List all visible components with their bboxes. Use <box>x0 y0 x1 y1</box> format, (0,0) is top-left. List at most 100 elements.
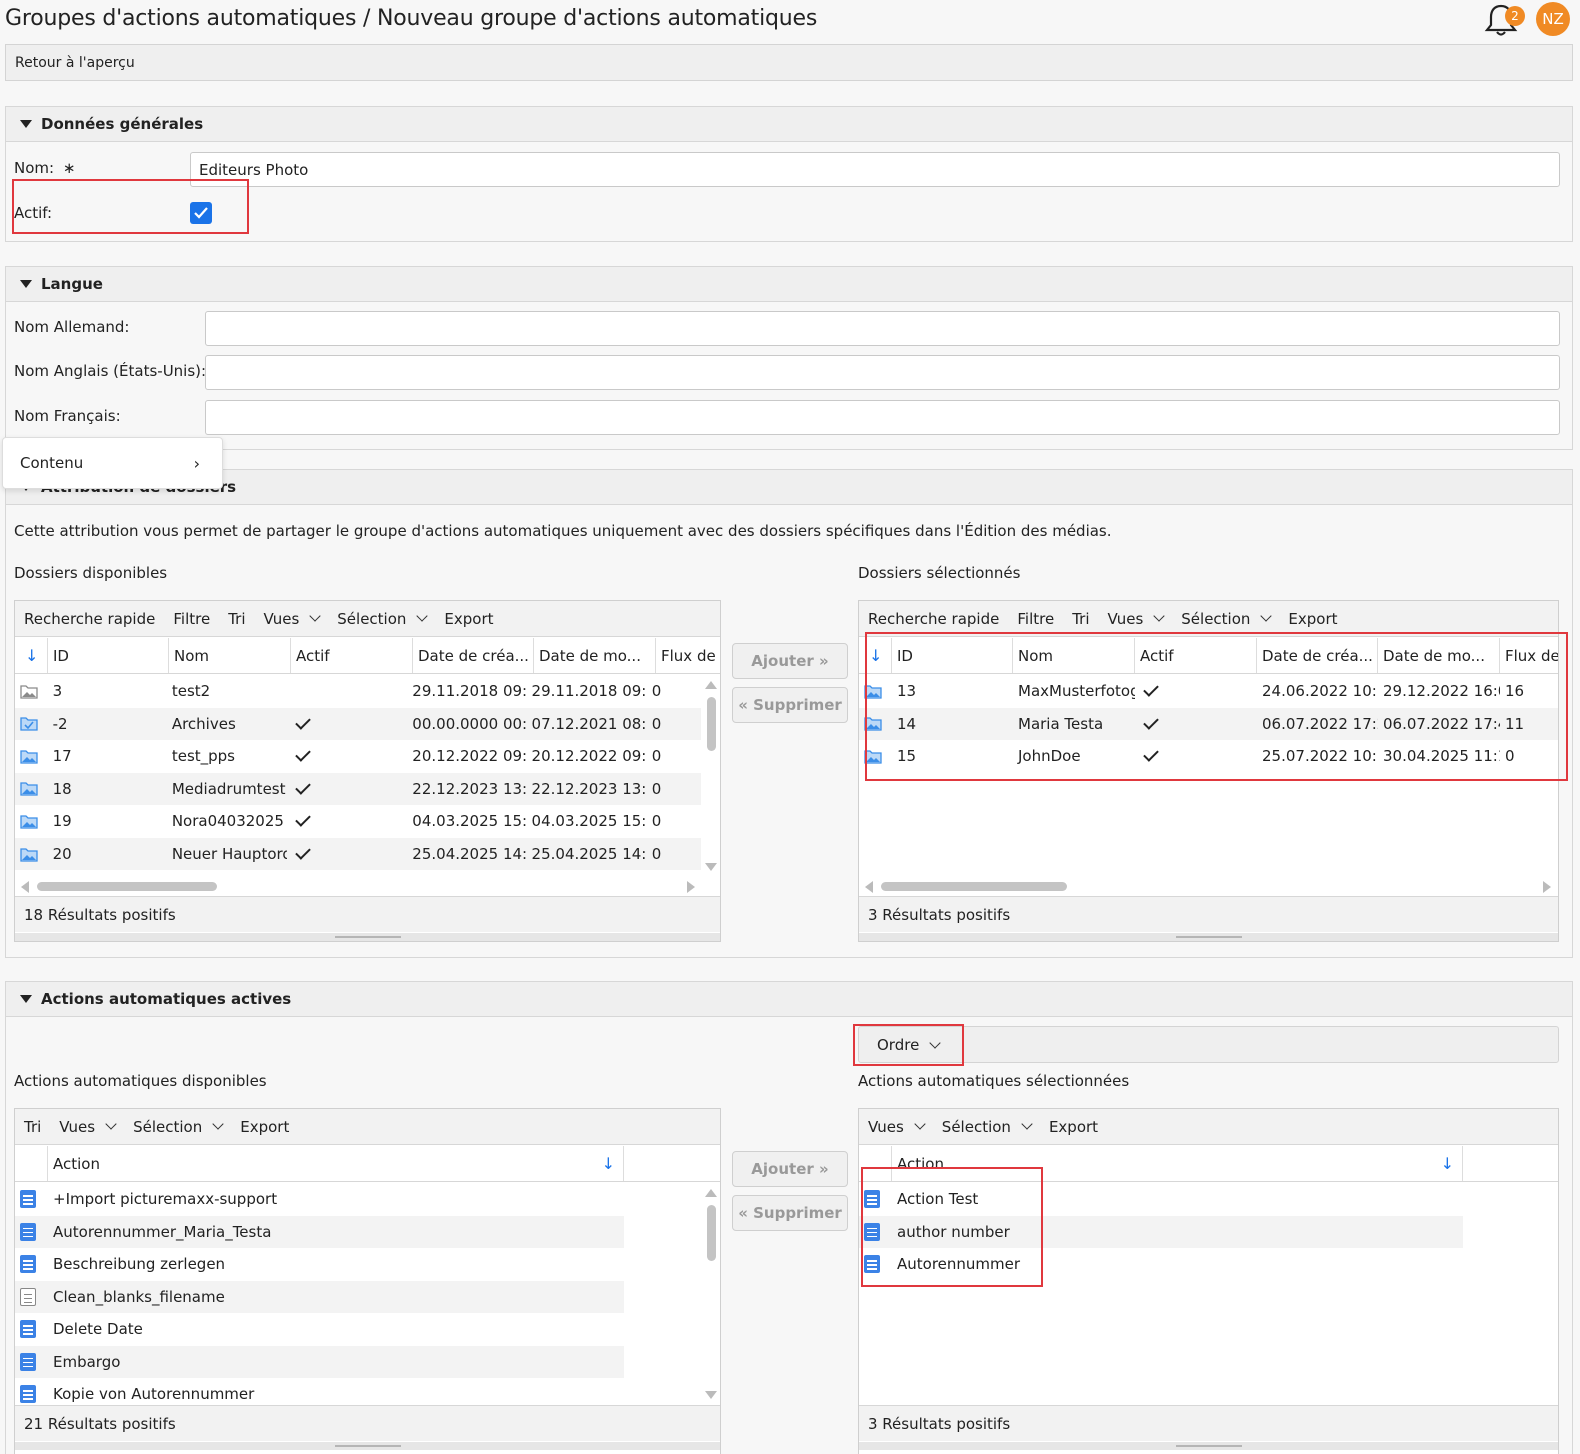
header-extra <box>1463 1146 1558 1181</box>
list-item[interactable]: +Import picturemaxx-support <box>15 1183 624 1215</box>
add-action-button[interactable]: Ajouter » <box>732 1151 848 1187</box>
scroll-thumb[interactable] <box>37 882 217 891</box>
col-id[interactable]: ID <box>48 638 169 673</box>
grid-footer: 18 Résultats positifs <box>15 896 720 932</box>
table-row[interactable]: 18 Mediadrumtest 22.12.2023 13:3 22.12.2023… <box>15 772 701 805</box>
vertical-scrollbar[interactable] <box>705 1187 717 1403</box>
col-flow[interactable]: Flux de t <box>656 638 720 673</box>
scroll-thumb[interactable] <box>707 1205 716 1261</box>
general-section-header[interactable]: Données générales <box>5 106 1573 142</box>
chevron-right-icon: › <box>193 453 200 473</box>
language-section-header[interactable]: Langue <box>5 266 1573 302</box>
cell-active <box>287 675 407 707</box>
remove-folder-button[interactable]: « Supprimer <box>732 687 848 723</box>
action-blue-icon <box>20 1385 36 1403</box>
col-name[interactable]: Nom <box>169 638 291 673</box>
available-actions-grid: Tri Vues Sélection Export Action ↓ +Impo… <box>14 1108 721 1454</box>
german-name-label: Nom Allemand: <box>14 318 130 336</box>
views-dropdown[interactable]: Vues <box>1107 610 1165 628</box>
cell-created: 00.00.0000 00:0 <box>412 714 527 733</box>
cell-id: 18 <box>52 779 72 798</box>
result-count: 18 Résultats positifs <box>24 905 176 924</box>
action-blue-icon <box>20 1320 36 1338</box>
selection-dropdown[interactable]: Sélection <box>942 1118 1033 1136</box>
list-item[interactable]: Autorennummer_Maria_Testa <box>15 1215 624 1248</box>
name-field[interactable]: Editeurs Photo <box>190 152 1560 187</box>
cell-created: 25.04.2025 14:0 <box>412 845 527 863</box>
list-item[interactable]: Clean_blanks_filename <box>15 1280 624 1313</box>
table-row[interactable]: 20 Neuer Hauptordı 25.04.2025 14:0 25.04.20… <box>15 838 701 870</box>
cell-modified: 04.03.2025 15:5 <box>531 812 647 831</box>
col-created[interactable]: Date de créa... <box>413 638 534 673</box>
col-active[interactable]: Actif <box>291 638 413 673</box>
grid-header-row: ↓ ID Nom Actif Date de créa... Date de m… <box>15 638 720 674</box>
export-button[interactable]: Export <box>1049 1118 1098 1136</box>
quick-search-button[interactable]: Recherche rapide <box>24 610 155 628</box>
add-folder-button[interactable]: Ajouter » <box>732 643 848 679</box>
scroll-left-icon <box>21 881 29 893</box>
cell-name: test_pps <box>171 747 235 766</box>
table-row[interactable]: 17 test_pps 20.12.2022 09:4 20.12.2022 09:4… <box>15 740 701 772</box>
checkmark-icon <box>295 779 311 795</box>
views-label: Vues <box>263 609 300 628</box>
back-to-overview-link[interactable]: Retour à l'aperçu <box>15 55 135 71</box>
export-button[interactable]: Export <box>240 1118 289 1136</box>
user-avatar[interactable]: NZ <box>1536 2 1570 36</box>
german-name-field[interactable] <box>205 311 1560 346</box>
scroll-thumb[interactable] <box>881 882 1067 891</box>
actions-section-header[interactable]: Actions automatiques actives <box>5 981 1573 1017</box>
grid-footer: 3 Résultats positifs <box>859 896 1558 932</box>
cell-id: -2 <box>52 714 68 733</box>
sort-button[interactable]: Tri <box>1072 610 1089 628</box>
quick-search-button[interactable]: Recherche rapide <box>868 610 999 628</box>
context-menu-content[interactable]: Contenu › <box>2 437 223 489</box>
filter-button[interactable]: Filtre <box>1017 610 1054 628</box>
cell-action-name: Delete Date <box>53 1320 143 1338</box>
remove-action-button[interactable]: « Supprimer <box>732 1195 848 1231</box>
table-row[interactable]: 3 test2 29.11.2018 09:2 29.11.2018 09:3 0 <box>15 675 701 707</box>
list-item[interactable]: Embargo <box>15 1345 624 1378</box>
sort-arrow-down-icon[interactable]: ↓ <box>15 638 48 673</box>
cell-active <box>287 708 407 740</box>
col-modified[interactable]: Date de mo... <box>534 638 656 673</box>
name-label-text: Nom: <box>14 159 55 177</box>
views-dropdown[interactable]: Vues <box>263 609 321 628</box>
resize-handle[interactable] <box>15 1442 720 1450</box>
resize-handle[interactable] <box>15 933 720 941</box>
table-row[interactable]: -2 Archives 00.00.0000 00:0 07.12.2021 08:1… <box>15 707 701 740</box>
vertical-scrollbar[interactable] <box>705 677 717 877</box>
chevron-down-icon <box>1021 1118 1033 1130</box>
horizontal-scrollbar[interactable] <box>15 877 720 895</box>
horizontal-scrollbar[interactable] <box>859 877 1558 895</box>
sort-button[interactable]: Tri <box>24 1118 41 1136</box>
export-button[interactable]: Export <box>444 610 493 628</box>
folders-description: Cette attribution vous permet de partage… <box>14 522 1112 540</box>
cell-name: test2 <box>171 682 211 700</box>
english-name-field[interactable] <box>205 355 1560 390</box>
list-item[interactable]: Delete Date <box>15 1313 624 1345</box>
table-row[interactable]: 19 Nora04032025 04.03.2025 15:5 04.03.2025 … <box>15 805 701 837</box>
resize-handle[interactable] <box>859 933 1558 941</box>
col-action[interactable]: Action ↓ <box>48 1146 624 1181</box>
selection-dropdown[interactable]: Sélection <box>1181 610 1273 628</box>
folder-image-icon <box>20 815 38 829</box>
cell-action-name: Embargo <box>53 1352 121 1371</box>
views-dropdown[interactable]: Vues <box>868 1118 926 1136</box>
french-name-field[interactable] <box>205 400 1560 435</box>
export-button[interactable]: Export <box>1288 610 1337 628</box>
checkmark-icon <box>295 746 311 762</box>
selection-dropdown[interactable]: Sélection <box>133 1118 224 1136</box>
cell-active <box>287 805 407 837</box>
scroll-thumb[interactable] <box>707 697 716 751</box>
scroll-down-icon <box>705 1391 717 1399</box>
cell-flow: 0 <box>651 714 662 733</box>
french-name-label: Nom Français: <box>14 407 121 425</box>
folders-section-header[interactable]: Attribution de dossiers <box>5 469 1573 505</box>
resize-handle[interactable] <box>859 1442 1558 1450</box>
list-item[interactable]: Beschreibung zerlegen <box>15 1248 624 1280</box>
selection-dropdown[interactable]: Sélection <box>337 610 429 628</box>
collapse-triangle-icon <box>20 995 32 1003</box>
views-dropdown[interactable]: Vues <box>59 1118 117 1136</box>
sort-button[interactable]: Tri <box>228 610 245 628</box>
filter-button[interactable]: Filtre <box>173 610 210 628</box>
